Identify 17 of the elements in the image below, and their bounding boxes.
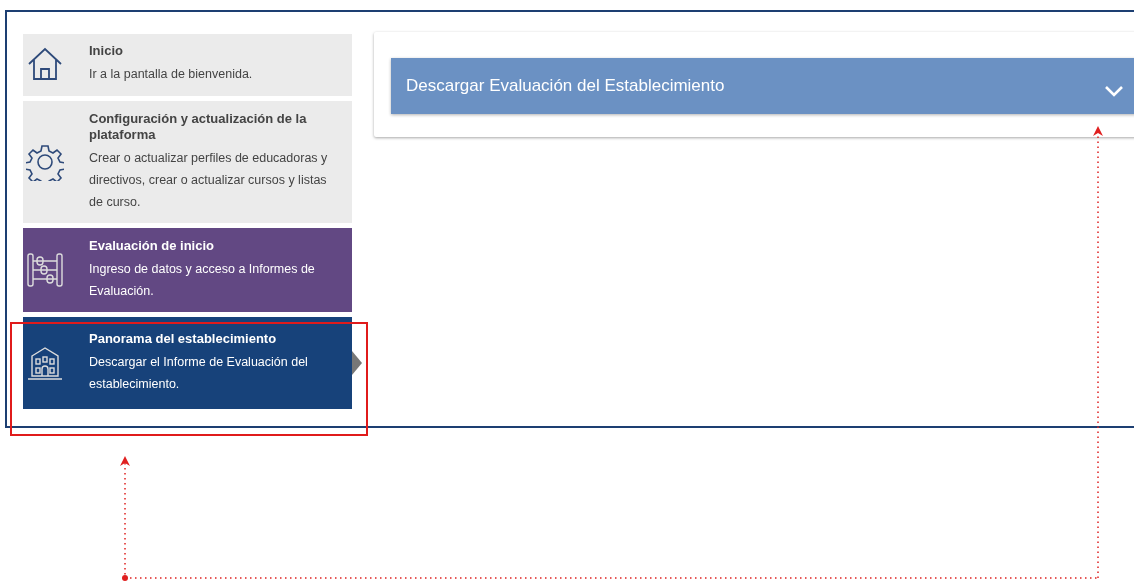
menu-item[interactable]: Inicio Ir a la pantalla de bienvenida. bbox=[23, 34, 352, 96]
building-icon bbox=[26, 344, 64, 382]
gear-icon bbox=[26, 143, 64, 181]
menu-item-description: Ir a la pantalla de bienvenida. bbox=[89, 66, 254, 83]
menu-item-title: Panorama del establecimiento bbox=[89, 331, 278, 347]
menu-item-title: Evaluación de inicio bbox=[89, 238, 215, 254]
menu-item-description: Ingreso de datos y acceso a Informes de Evaluación. bbox=[89, 261, 316, 300]
pointer-icon bbox=[352, 351, 362, 375]
menu-item-description: Descargar el Informe de Evaluación del establecimiento. bbox=[89, 354, 309, 393]
menu-item-title: Configuración y actualización de la plataforma bbox=[89, 111, 308, 143]
abacus-icon bbox=[26, 251, 64, 289]
menu-item-title: Inicio bbox=[89, 43, 124, 59]
menu-item-description: Crear o actualizar perfiles de educadoras y directivos, crear o actualizar cursos y listas de curso. bbox=[89, 150, 329, 211]
home-icon bbox=[26, 45, 64, 83]
menu-item[interactable]: Evaluación de inicio Ingreso de datos y acceso a Informes de Evaluación. bbox=[23, 228, 352, 312]
chevron-icon bbox=[1104, 85, 1124, 97]
menu-item[interactable]: Configuración y actualización de la plataforma Crear o actualizar perfiles de educadoras y directivos, crear o actualizar cursos y listas de curso. bbox=[23, 101, 352, 223]
